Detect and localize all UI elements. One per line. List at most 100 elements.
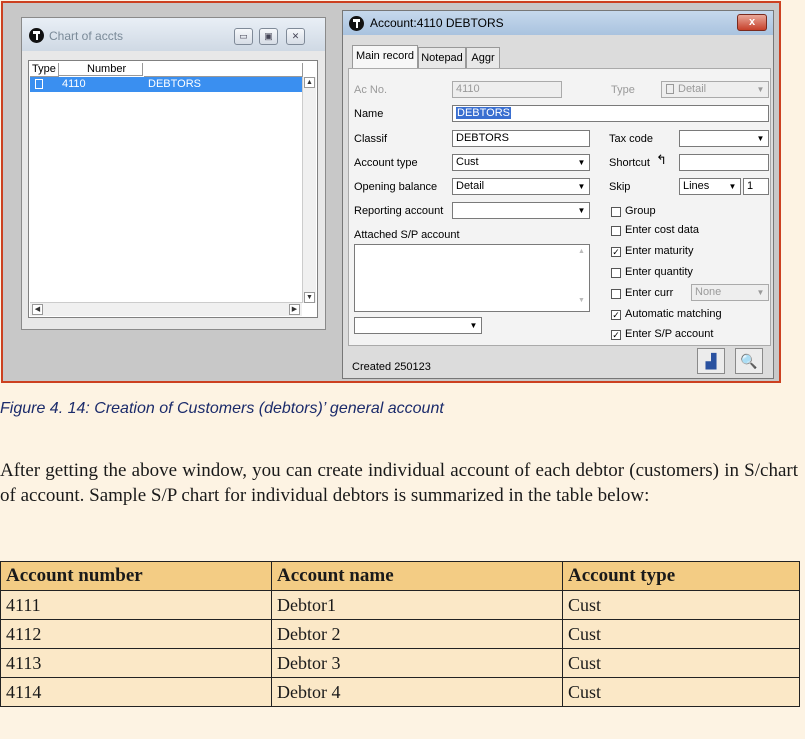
group-checkbox-label: Group [625,205,656,217]
search-document-icon[interactable]: 🔍 [735,348,763,374]
cell-account-type: Cust [562,677,800,707]
group-checkbox[interactable] [611,207,621,217]
debtors-table: Account number Account name Account type… [0,561,800,707]
minimize-button[interactable]: ▭ [234,28,253,45]
scroll-left-icon[interactable]: ◀ [32,304,43,315]
cell-account-name: Debtor 2 [271,619,563,649]
enter-curr-label: Enter curr [625,287,674,299]
main-record-panel: Ac No. 4110 Type Detail ▼ Name DEBTORS C… [348,68,771,346]
skip-unit-value: Lines [683,180,710,192]
cell-account-name: Debtor 3 [271,648,563,678]
figure-caption: Figure 4. 14: Creation of Customers (deb… [0,400,444,417]
name-field[interactable]: DEBTORS [452,105,769,122]
table-row: 4111 Debtor1 Cust [0,590,800,620]
reporting-account-label: Reporting account [354,205,444,217]
skip-unit-select[interactable]: Lines ▼ [679,178,741,195]
skip-label: Skip [609,181,631,193]
automatic-matching-checkbox[interactable]: ✓ [611,310,621,320]
cell-account-type: Cust [562,648,800,678]
chevron-down-icon[interactable]: ▼ [575,156,588,169]
enter-curr-checkbox[interactable] [611,289,621,299]
chart-window-title: Chart of accts [49,29,124,43]
table-header-row: Account number Account name Account type [0,561,800,591]
vertical-scrollbar[interactable]: ▲ ▼ [302,77,316,303]
enter-quantity-checkbox[interactable] [611,268,621,278]
app-logo-icon [29,28,44,43]
column-header-number[interactable]: Number [59,63,143,76]
cell-account-name: Debtor 4 [271,677,563,707]
reporting-account-select[interactable]: ▼ [452,202,590,219]
header-account-name: Account name [271,561,563,591]
chevron-down-icon[interactable]: ▼ [467,319,480,332]
table-row: 4112 Debtor 2 Cust [0,619,800,649]
chevron-down-icon: ▼ [754,83,767,96]
ac-no-field: 4110 [452,81,562,98]
opening-balance-value: Detail [456,180,485,192]
opening-balance-select[interactable]: Detail ▼ [452,178,590,195]
header-account-type: Account type [562,561,800,591]
cell-account-type: Cust [562,590,800,620]
cell-account-type: Cust [562,619,800,649]
enter-curr-select: None ▼ [691,284,769,301]
type-label: Type [611,84,635,96]
restore-button[interactable]: ▣ [259,28,278,45]
figure-screenshot: Chart of accts ▭ ▣ ✕ Type Number 4110 DE… [1,1,781,383]
scroll-down-icon[interactable]: ▼ [576,297,587,308]
enter-curr-value: None [695,286,722,298]
scroll-down-icon[interactable]: ▼ [304,292,315,303]
shortcut-field[interactable] [679,154,769,171]
chevron-down-icon: ▼ [754,286,767,299]
enter-cost-data-label: Enter cost data [625,224,699,236]
list-item[interactable]: 4110 DEBTORS [30,77,304,92]
type-select: Detail ▼ [661,81,769,98]
tab-main-record[interactable]: Main record [352,45,418,69]
account-window-title: Account:4110 DEBTORS [370,16,504,30]
column-header-name[interactable] [144,63,303,77]
horizontal-scrollbar[interactable]: ◀ ▶ [30,302,302,316]
name-value: DEBTORS [456,107,511,119]
column-header-type[interactable]: Type [30,63,59,77]
account-window: Account:4110 DEBTORS x Main record Notep… [342,10,774,379]
cell-account-number: 4113 [0,648,272,678]
account-number: 4110 [62,78,86,90]
cell-account-number: 4114 [0,677,272,707]
ac-no-label: Ac No. [354,84,388,96]
chevron-down-icon[interactable]: ▼ [754,132,767,145]
tax-code-select[interactable]: ▼ [679,130,769,147]
header-account-number: Account number [0,561,272,591]
scroll-right-icon[interactable]: ▶ [289,304,300,315]
shortcut-label: Shortcut [609,157,650,169]
accounts-list[interactable]: Type Number 4110 DEBTORS ▲ ▼ ◀ ▶ [28,60,318,318]
cell-account-number: 4112 [0,619,272,649]
enter-cost-data-checkbox[interactable] [611,226,621,236]
enter-quantity-label: Enter quantity [625,266,693,278]
chart-window-titlebar: Chart of accts ▭ ▣ ✕ [22,18,325,51]
scroll-up-icon[interactable]: ▲ [576,248,587,259]
table-row: 4114 Debtor 4 Cust [0,677,800,707]
close-button[interactable]: ✕ [286,28,305,45]
automatic-matching-label: Automatic matching [625,308,722,320]
enter-sp-account-checkbox[interactable]: ✓ [611,330,621,340]
classif-field[interactable]: DEBTORS [452,130,590,147]
document-icon [35,79,43,89]
tab-aggr[interactable]: Aggr [466,47,500,68]
account-type-value: Cust [456,156,479,168]
opening-balance-label: Opening balance [354,181,438,193]
chevron-down-icon[interactable]: ▼ [575,204,588,217]
enter-maturity-checkbox[interactable]: ✓ [611,247,621,257]
cell-account-number: 4111 [0,590,272,620]
attached-sp-account-label: Attached S/P account [354,229,460,241]
attached-sp-account-list[interactable]: ▲ ▼ [354,244,590,312]
chart-report-button[interactable]: ▟ [697,348,725,374]
chevron-down-icon[interactable]: ▼ [575,180,588,193]
scroll-up-icon[interactable]: ▲ [304,77,315,88]
skip-value-field[interactable]: 1 [743,178,769,195]
table-row: 4113 Debtor 3 Cust [0,648,800,678]
attached-sp-account-select[interactable]: ▼ [354,317,482,334]
body-paragraph: After getting the above window, you can … [0,460,798,506]
document-icon [666,84,674,94]
chevron-down-icon[interactable]: ▼ [726,180,739,193]
tab-notepad[interactable]: Notepad [418,47,466,68]
account-type-select[interactable]: Cust ▼ [452,154,590,171]
close-button[interactable]: x [737,14,767,31]
